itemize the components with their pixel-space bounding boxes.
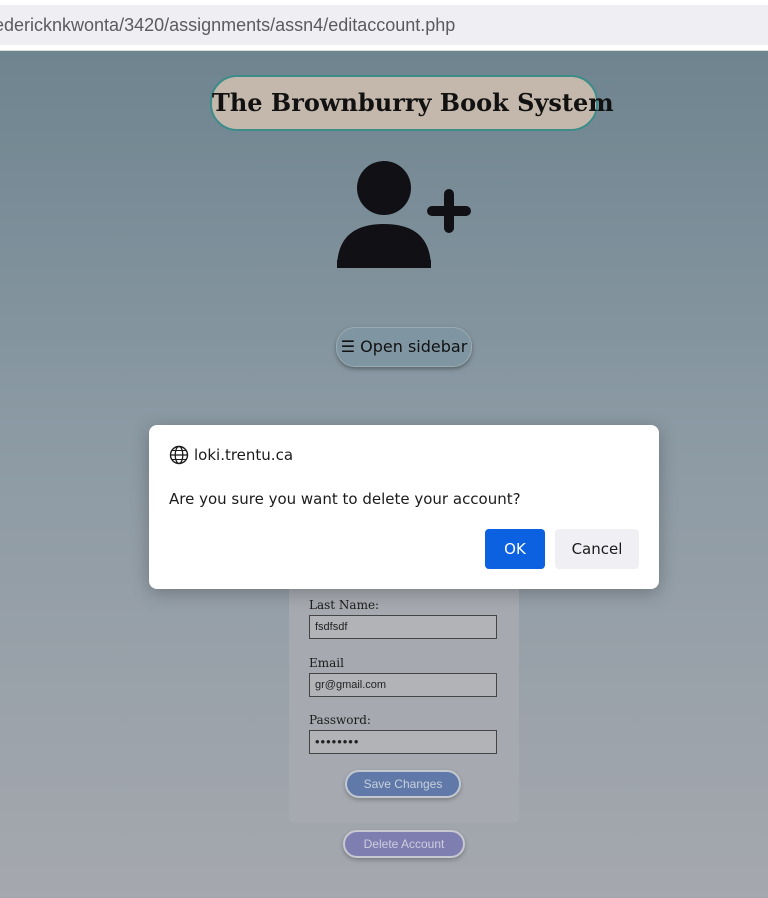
globe-icon xyxy=(169,445,189,465)
delete-account-button[interactable]: Delete Account xyxy=(343,830,465,858)
password-label: Password: xyxy=(309,713,371,727)
dialog-origin: loki.trentu.ca xyxy=(194,446,294,464)
last-name-field[interactable]: fsdfsdf xyxy=(309,615,497,639)
edit-account-form: Last Name: fsdfsdf Email gr@gmail.com Pa… xyxy=(289,571,519,823)
last-name-label: Last Name: xyxy=(309,598,380,612)
ok-button[interactable]: OK xyxy=(485,529,545,569)
email-label: Email xyxy=(309,656,344,670)
email-field[interactable]: gr@gmail.com xyxy=(309,673,497,697)
confirm-dialog: loki.trentu.ca Are you sure you want to … xyxy=(149,425,659,589)
save-changes-button[interactable]: Save Changes xyxy=(345,770,461,798)
page-title: The Brownburry Book System xyxy=(210,75,614,131)
url-text: edericknkwonta/3420/assignments/assn4/ed… xyxy=(0,15,456,35)
browser-address-bar: edericknkwonta/3420/assignments/assn4/ed… xyxy=(0,0,768,51)
password-field[interactable]: •••••••• xyxy=(309,730,497,754)
user-plus-icon xyxy=(337,161,471,268)
dialog-message: Are you sure you want to delete your acc… xyxy=(169,490,521,508)
url-field[interactable]: edericknkwonta/3420/assignments/assn4/ed… xyxy=(0,5,768,45)
open-sidebar-button[interactable]: ☰ Open sidebar xyxy=(336,327,472,367)
cancel-button[interactable]: Cancel xyxy=(555,529,639,569)
